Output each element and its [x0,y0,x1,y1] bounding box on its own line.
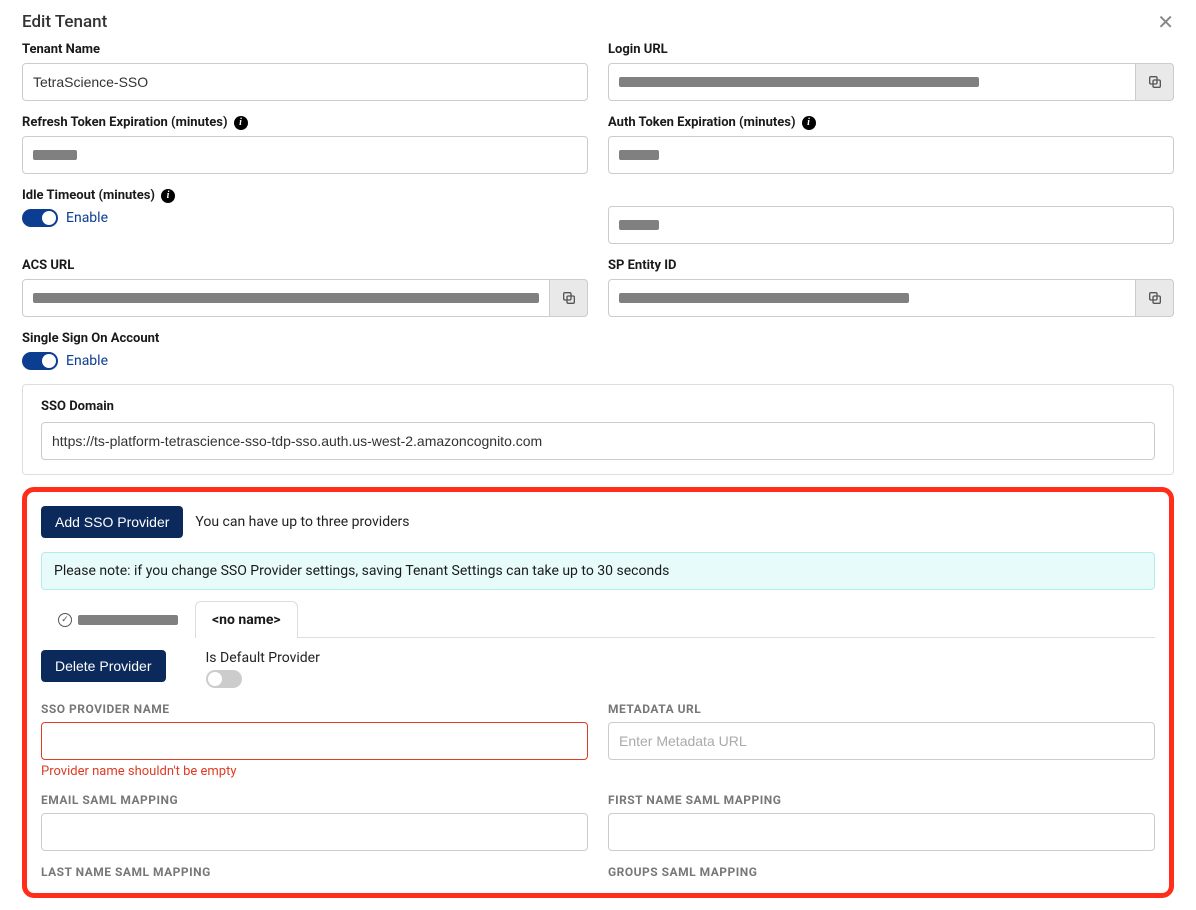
sso-domain-label: SSO Domain [41,399,1155,414]
idle-timeout-toggle-label: Enable [66,210,108,226]
sso-account-label: Single Sign On Account [22,331,1174,346]
refresh-expiration-label: Refresh Token Expiration (minutes) i [22,115,588,130]
email-saml-input[interactable] [41,813,588,851]
sso-provider-name-label: SSO PROVIDER NAME [41,702,588,716]
tenant-name-input[interactable] [22,63,588,101]
copy-login-url-button[interactable] [1136,63,1174,101]
sso-account-toggle[interactable] [22,352,58,370]
sso-provider-name-input[interactable] [41,722,588,760]
metadata-url-label: METADATA URL [608,702,1155,716]
sso-account-toggle-label: Enable [66,353,108,369]
check-circle-icon: ✓ [58,613,72,627]
provider-tab-2-label: <no name> [212,612,281,628]
idle-timeout-toggle[interactable] [22,209,58,227]
idle-timeout-label: Idle Timeout (minutes) i [22,188,588,203]
info-icon[interactable]: i [234,116,248,130]
tenant-name-label: Tenant Name [22,42,588,57]
delete-provider-button[interactable]: Delete Provider [41,650,166,682]
info-icon[interactable]: i [161,189,175,203]
provider-tabs: ✓ <no name> [41,600,1155,638]
copy-sp-entity-button[interactable] [1136,279,1174,317]
idle-timeout-input[interactable] [608,206,1174,244]
acs-url-input[interactable] [22,279,550,317]
info-icon[interactable]: i [802,116,816,130]
metadata-url-input[interactable] [608,722,1155,760]
sso-domain-input [41,422,1155,460]
copy-icon [561,290,577,306]
is-default-label: Is Default Provider [206,650,320,666]
sp-entity-id-label: SP Entity ID [608,258,1174,273]
firstname-saml-input[interactable] [608,813,1155,851]
sso-provider-name-error: Provider name shouldn't be empty [41,764,588,779]
copy-icon [1147,74,1163,90]
auth-expiration-input[interactable] [608,136,1174,174]
sp-entity-id-input[interactable] [608,279,1136,317]
provider-tab-2[interactable]: <no name> [195,601,298,638]
email-saml-label: EMAIL SAML MAPPING [41,793,588,807]
firstname-saml-label: FIRST NAME SAML MAPPING [608,793,1155,807]
acs-url-label: ACS URL [22,258,588,273]
lastname-saml-label: LAST NAME SAML MAPPING [41,865,588,879]
add-sso-provider-hint: You can have up to three providers [195,514,409,530]
auth-expiration-label: Auth Token Expiration (minutes) i [608,115,1174,130]
dialog-title: Edit Tenant [22,12,107,32]
sso-provider-section: Add SSO Provider You can have up to thre… [22,487,1174,898]
copy-acs-url-button[interactable] [550,279,588,317]
is-default-toggle[interactable] [206,670,242,688]
refresh-expiration-input[interactable] [22,136,588,174]
login-url-input[interactable] [608,63,1136,101]
groups-saml-label: GROUPS SAML MAPPING [608,865,1155,879]
close-icon[interactable]: ✕ [1157,12,1174,32]
copy-icon [1147,290,1163,306]
provider-tab-1-label [78,615,178,625]
provider-tab-1[interactable]: ✓ [41,601,195,638]
add-sso-provider-button[interactable]: Add SSO Provider [41,506,183,538]
sso-note: Please note: if you change SSO Provider … [41,552,1155,590]
login-url-label: Login URL [608,42,1174,57]
